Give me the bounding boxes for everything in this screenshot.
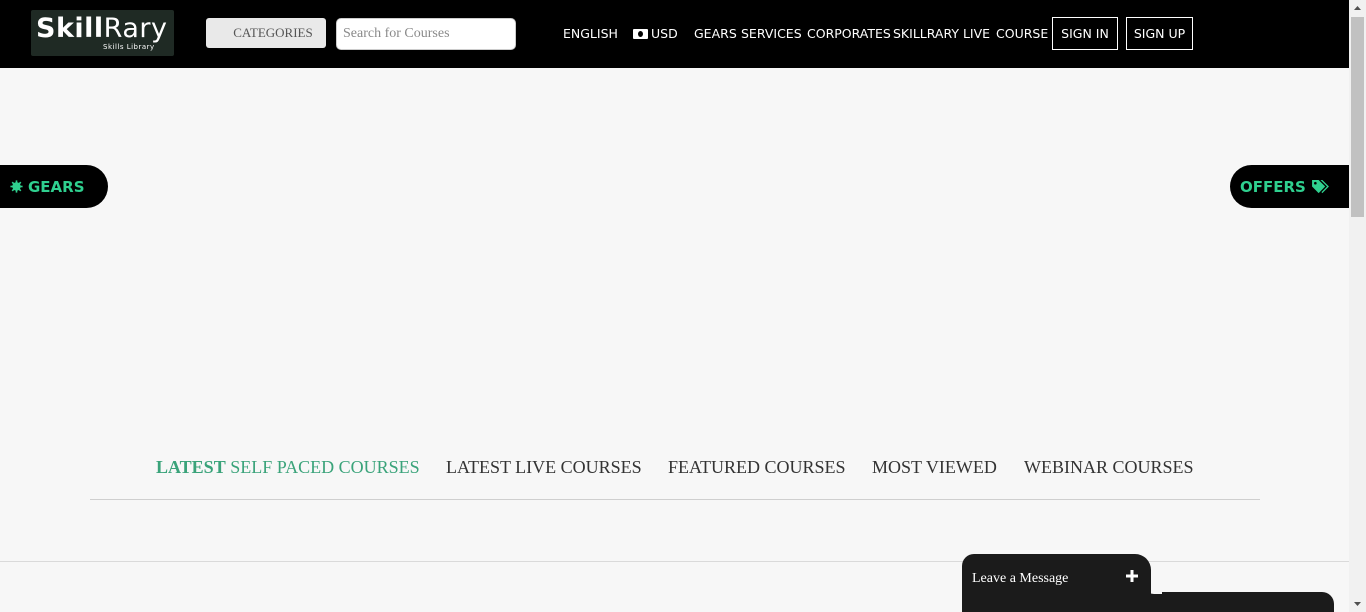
categories-button[interactable]: CATEGORIES bbox=[206, 18, 326, 48]
scroll-down-icon[interactable] bbox=[1349, 595, 1366, 612]
tab-latest-self-paced-courses[interactable]: LATEST SELF PACED COURSES bbox=[156, 457, 420, 478]
nav-services[interactable]: SERVICES bbox=[741, 26, 802, 42]
scrollbar-thumb[interactable] bbox=[1351, 17, 1364, 217]
course-tabs: LATEST SELF PACED COURSES LATEST LIVE CO… bbox=[0, 457, 1349, 481]
chat-secondary-panel bbox=[1140, 592, 1334, 612]
tabs-divider bbox=[90, 499, 1260, 500]
tab-featured-courses[interactable]: FEATURED COURSES bbox=[668, 457, 846, 478]
currency-selector[interactable]: USD bbox=[633, 26, 678, 42]
page: SkillRary Skills Library CATEGORIES ENGL… bbox=[0, 0, 1349, 612]
gears-tab-label: GEARS bbox=[28, 177, 85, 196]
gears-side-tab[interactable]: GEARS bbox=[0, 165, 108, 208]
sign-in-button[interactable]: SIGN IN bbox=[1052, 17, 1118, 50]
top-header: SkillRary Skills Library CATEGORIES ENGL… bbox=[0, 0, 1349, 68]
tag-icon bbox=[1311, 179, 1329, 194]
money-icon bbox=[633, 29, 648, 39]
search-input[interactable] bbox=[336, 18, 516, 50]
logo-wordmark: SkillRary bbox=[36, 13, 168, 44]
offers-side-tab[interactable]: OFFERS bbox=[1230, 165, 1349, 208]
offers-tab-label: OFFERS bbox=[1240, 177, 1306, 196]
scroll-up-icon[interactable] bbox=[1349, 0, 1366, 17]
logo-tagline: Skills Library bbox=[103, 43, 155, 51]
plus-icon[interactable] bbox=[1126, 570, 1138, 582]
leave-message-label: Leave a Message bbox=[972, 571, 1069, 586]
skillrary-logo[interactable]: SkillRary Skills Library bbox=[31, 10, 174, 56]
tab-most-viewed[interactable]: MOST VIEWED bbox=[872, 457, 997, 478]
nav-skillrary-live[interactable]: SKILLRARY LIVE bbox=[893, 26, 990, 42]
tab-webinar-courses[interactable]: WEBINAR COURSES bbox=[1024, 457, 1194, 478]
sign-up-button[interactable]: SIGN UP bbox=[1126, 17, 1193, 50]
nav-corporates[interactable]: CORPORATES bbox=[807, 26, 891, 42]
nav-course[interactable]: COURSE bbox=[996, 26, 1048, 42]
tab-latest-live-courses[interactable]: LATEST LIVE COURSES bbox=[446, 457, 642, 478]
language-selector[interactable]: ENGLISH bbox=[563, 26, 618, 42]
nav-gears[interactable]: GEARS bbox=[694, 26, 737, 42]
gear-icon bbox=[10, 180, 23, 193]
vertical-scrollbar[interactable] bbox=[1349, 0, 1366, 612]
